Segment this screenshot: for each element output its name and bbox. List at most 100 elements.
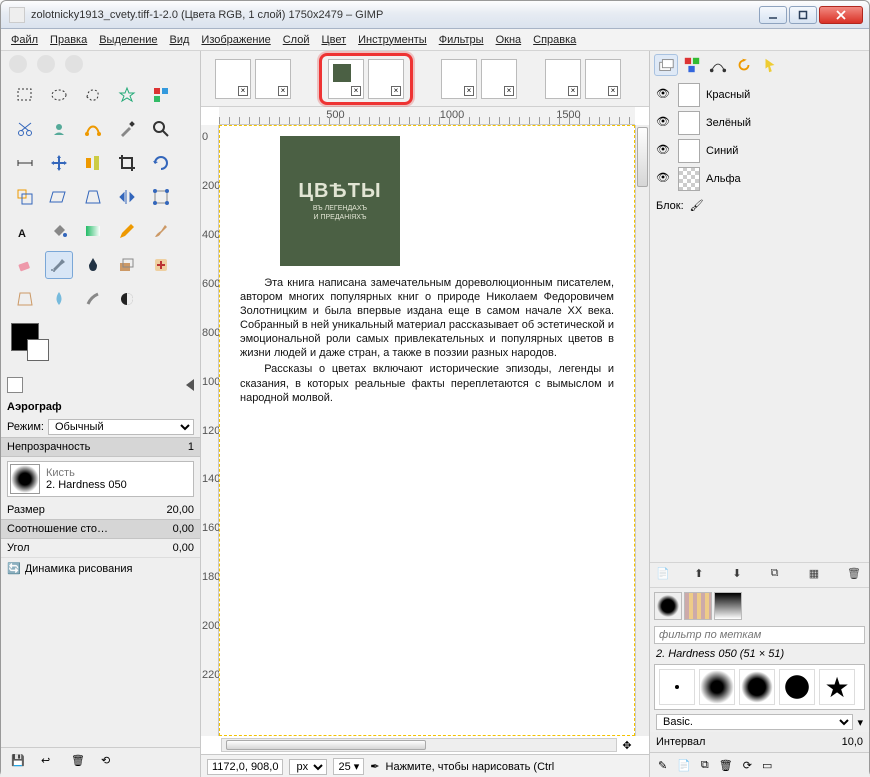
menu-help[interactable]: Справка <box>527 32 582 48</box>
eye-icon[interactable]: 👁 <box>656 143 672 159</box>
tool-clone[interactable] <box>113 251 141 279</box>
raise-channel-icon[interactable]: ⬆ <box>694 567 710 583</box>
window-close-button[interactable] <box>819 6 863 24</box>
tool-heal[interactable] <box>147 251 175 279</box>
tool-by-color-select[interactable] <box>147 81 175 109</box>
menu-view[interactable]: Вид <box>164 32 196 48</box>
tool-crop[interactable] <box>113 149 141 177</box>
new-channel-icon[interactable]: 📄 <box>656 567 672 583</box>
tool-text[interactable]: A <box>11 217 39 245</box>
eye-icon[interactable]: 👁 <box>656 171 672 187</box>
image-tab[interactable]: × <box>585 59 621 99</box>
menu-layer[interactable]: Слой <box>277 32 316 48</box>
menu-select[interactable]: Выделение <box>93 32 163 48</box>
reset-preset-icon[interactable]: ⟲ <box>101 754 119 772</box>
image-tab[interactable]: × <box>545 59 581 99</box>
tool-perspective[interactable] <box>79 183 107 211</box>
tool-smudge[interactable] <box>79 285 107 313</box>
brush-item[interactable] <box>659 669 695 705</box>
tab-paths-icon[interactable] <box>706 54 730 76</box>
tool-fuzzy-select[interactable] <box>113 81 141 109</box>
channel-row-blue[interactable]: 👁 Синий <box>654 137 865 165</box>
delete-brush-icon[interactable]: 🗑 <box>719 759 733 772</box>
ruler-horizontal[interactable]: 500 1000 1500 <box>219 107 635 125</box>
status-zoom[interactable]: 25 ▾ <box>333 758 364 775</box>
aspect-value[interactable]: 0,00 <box>173 523 194 535</box>
tool-airbrush[interactable] <box>45 251 73 279</box>
tool-dodge-burn[interactable] <box>113 285 141 313</box>
channel-row-alpha[interactable]: 👁 Альфа <box>654 165 865 193</box>
tool-paintbrush[interactable] <box>147 217 175 245</box>
tool-shear[interactable] <box>45 183 73 211</box>
mode-select[interactable]: Обычный <box>48 419 194 435</box>
tab-undo-history-icon[interactable] <box>732 54 756 76</box>
lower-channel-icon[interactable]: ⬇ <box>732 567 748 583</box>
delete-preset-icon[interactable]: 🗑 <box>71 754 89 772</box>
image-tab[interactable]: × <box>255 59 291 99</box>
image-tab[interactable]: × <box>441 59 477 99</box>
tab-close-icon[interactable]: × <box>504 86 514 96</box>
tab-gradients-icon[interactable] <box>714 592 742 620</box>
preset-menu-icon[interactable]: ▾ <box>857 716 863 729</box>
edit-brush-icon[interactable]: ✎ <box>658 759 667 772</box>
tool-blend[interactable] <box>79 217 107 245</box>
duplicate-brush-icon[interactable]: ⧉ <box>701 759 709 772</box>
tool-align[interactable] <box>79 149 107 177</box>
tab-channels-icon[interactable] <box>680 54 704 76</box>
image-tab[interactable]: × <box>481 59 517 99</box>
tab-close-icon[interactable]: × <box>238 86 248 96</box>
eye-icon[interactable]: 👁 <box>656 115 672 131</box>
status-unit-select[interactable]: px <box>289 759 327 775</box>
tool-pencil[interactable] <box>113 217 141 245</box>
image-tab[interactable]: × <box>368 59 404 99</box>
tool-move[interactable] <box>45 149 73 177</box>
brush-preset-select[interactable]: Basic. <box>656 714 853 730</box>
channel-row-green[interactable]: 👁 Зелёный <box>654 109 865 137</box>
tab-brushes-icon[interactable] <box>654 592 682 620</box>
interval-value[interactable]: 10,0 <box>842 736 863 748</box>
nav-move-icon[interactable]: ✥ <box>619 739 635 752</box>
tool-bucket-fill[interactable] <box>45 217 73 245</box>
brush-item[interactable] <box>699 669 735 705</box>
tool-flip[interactable] <box>113 183 141 211</box>
channel-to-selection-icon[interactable]: ▦ <box>809 567 825 583</box>
refresh-brushes-icon[interactable]: ⟳ <box>743 759 752 772</box>
tab-pointer-icon[interactable] <box>758 54 782 76</box>
tab-layers-icon[interactable] <box>654 54 678 76</box>
menu-image[interactable]: Изображение <box>195 32 276 48</box>
angle-value[interactable]: 0,00 <box>173 542 194 554</box>
channel-row-red[interactable]: 👁 Красный <box>654 81 865 109</box>
duplicate-channel-icon[interactable]: ⧉ <box>771 567 787 583</box>
background-color[interactable] <box>27 339 49 361</box>
menu-edit[interactable]: Правка <box>44 32 93 48</box>
ruler-vertical[interactable]: 0 200 400 600 800 1000 1200 1400 1600 18… <box>201 125 219 736</box>
window-maximize-button[interactable] <box>789 6 817 24</box>
menu-windows[interactable]: Окна <box>490 32 528 48</box>
toolopts-tab-icon[interactable] <box>7 377 23 393</box>
tool-paths[interactable] <box>79 115 107 143</box>
menu-file[interactable]: Файл <box>5 32 44 48</box>
tool-perspective-clone[interactable] <box>11 285 39 313</box>
tab-close-icon[interactable]: × <box>464 86 474 96</box>
tab-close-icon[interactable]: × <box>391 86 401 96</box>
brush-grid[interactable] <box>654 664 865 710</box>
tool-rect-select[interactable] <box>11 81 39 109</box>
tool-color-picker[interactable] <box>113 115 141 143</box>
brush-selector[interactable]: Кисть 2. Hardness 050 <box>7 461 194 497</box>
tool-foreground-select[interactable] <box>45 115 73 143</box>
opacity-value[interactable]: 1 <box>188 441 194 453</box>
tool-cage[interactable] <box>147 183 175 211</box>
brush-item[interactable] <box>739 669 775 705</box>
tool-blur[interactable] <box>45 285 73 313</box>
scrollbar-horizontal[interactable]: ✥ <box>219 736 635 754</box>
tool-eraser[interactable] <box>11 251 39 279</box>
tool-rotate[interactable] <box>147 149 175 177</box>
menu-tools[interactable]: Инструменты <box>352 32 433 48</box>
tab-close-icon[interactable]: × <box>278 86 288 96</box>
brush-filter-input[interactable] <box>654 626 865 644</box>
image-tab-active[interactable]: × <box>328 59 364 99</box>
save-preset-icon[interactable]: 💾 <box>11 754 29 772</box>
tool-ink[interactable] <box>79 251 107 279</box>
tool-measure[interactable] <box>11 149 39 177</box>
tab-close-icon[interactable]: × <box>608 86 618 96</box>
